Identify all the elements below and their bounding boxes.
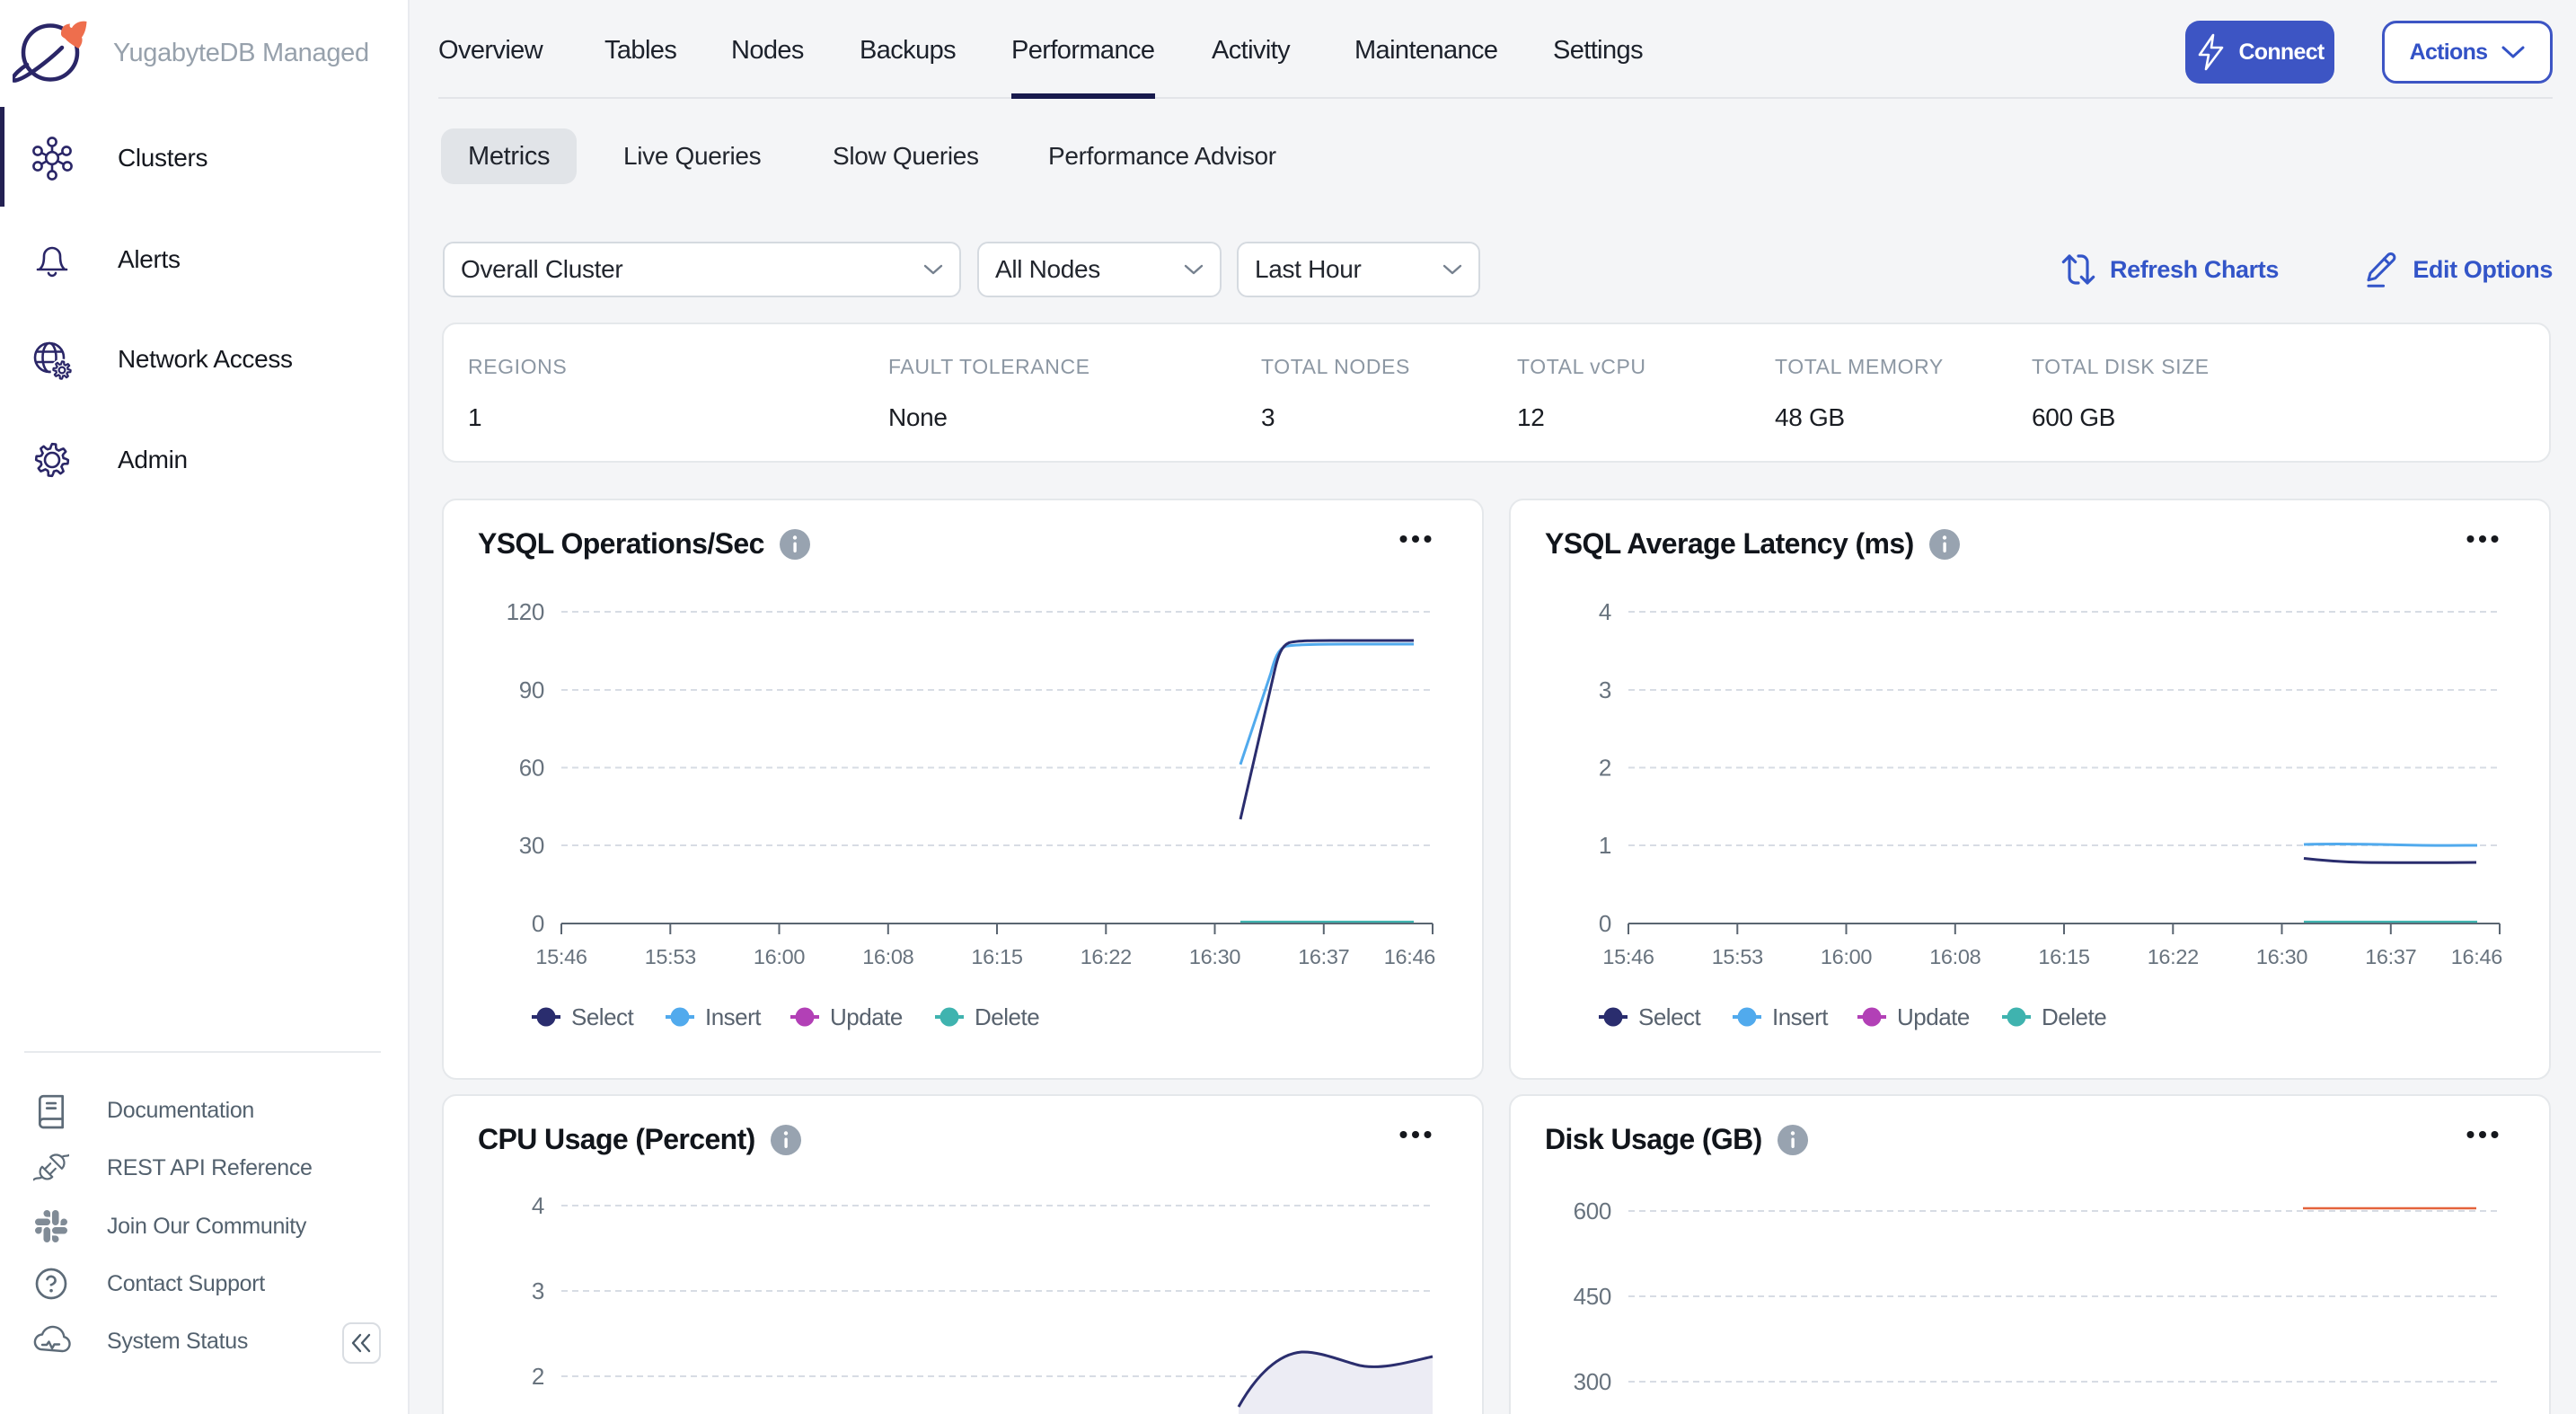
svg-text:16:46: 16:46 bbox=[2451, 945, 2502, 968]
svg-text:15:46: 15:46 bbox=[535, 945, 587, 968]
svg-text:16:15: 16:15 bbox=[971, 945, 1022, 968]
svg-text:Update: Update bbox=[830, 1003, 903, 1030]
svg-text:16:22: 16:22 bbox=[2148, 945, 2199, 968]
svg-text:120: 120 bbox=[507, 598, 544, 625]
svg-text:30: 30 bbox=[519, 832, 544, 859]
svg-text:16:00: 16:00 bbox=[754, 945, 805, 968]
svg-text:0: 0 bbox=[532, 910, 544, 937]
svg-text:16:08: 16:08 bbox=[1929, 945, 1981, 968]
svg-text:60: 60 bbox=[519, 755, 544, 782]
svg-text:16:46: 16:46 bbox=[1384, 945, 1435, 968]
svg-text:0: 0 bbox=[1599, 910, 1611, 937]
svg-text:1: 1 bbox=[1599, 832, 1611, 859]
svg-text:16:37: 16:37 bbox=[2365, 945, 2416, 968]
svg-text:16:30: 16:30 bbox=[1189, 945, 1240, 968]
svg-text:Delete: Delete bbox=[2042, 1003, 2106, 1030]
svg-text:Update: Update bbox=[1897, 1003, 1970, 1030]
svg-text:600: 600 bbox=[1574, 1197, 1611, 1224]
svg-text:16:15: 16:15 bbox=[2038, 945, 2089, 968]
svg-text:15:46: 15:46 bbox=[1602, 945, 1654, 968]
svg-text:Insert: Insert bbox=[705, 1003, 762, 1030]
svg-text:90: 90 bbox=[519, 676, 544, 703]
svg-text:15:53: 15:53 bbox=[645, 945, 696, 968]
svg-text:4: 4 bbox=[532, 1192, 544, 1219]
svg-text:16:00: 16:00 bbox=[1821, 945, 1872, 968]
svg-text:16:22: 16:22 bbox=[1081, 945, 1132, 968]
svg-text:4: 4 bbox=[1599, 598, 1611, 625]
svg-text:2: 2 bbox=[532, 1363, 544, 1390]
svg-text:16:08: 16:08 bbox=[862, 945, 913, 968]
svg-text:3: 3 bbox=[532, 1277, 544, 1304]
svg-text:15:53: 15:53 bbox=[1712, 945, 1763, 968]
svg-text:450: 450 bbox=[1574, 1283, 1611, 1310]
svg-text:Insert: Insert bbox=[1772, 1003, 1829, 1030]
svg-text:16:30: 16:30 bbox=[2256, 945, 2307, 968]
svg-text:Select: Select bbox=[1638, 1003, 1702, 1030]
svg-text:2: 2 bbox=[1599, 755, 1611, 782]
svg-text:16:37: 16:37 bbox=[1298, 945, 1349, 968]
svg-text:Delete: Delete bbox=[975, 1003, 1039, 1030]
svg-text:3: 3 bbox=[1599, 676, 1611, 703]
svg-text:Select: Select bbox=[571, 1003, 635, 1030]
svg-text:300: 300 bbox=[1574, 1368, 1611, 1395]
